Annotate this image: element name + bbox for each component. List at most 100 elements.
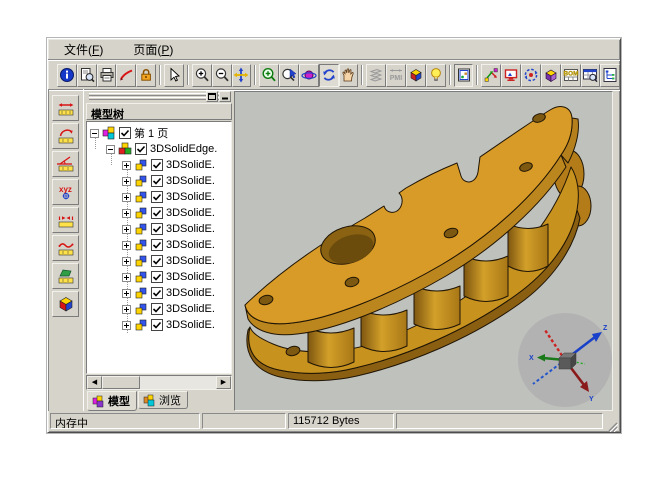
status-bar: 内存中 115712 Bytes (48, 411, 620, 432)
panel-gripper[interactable] (85, 89, 233, 103)
tree-row-part[interactable]: 3DSolidE. (87, 317, 231, 333)
redline-button[interactable] (116, 64, 136, 87)
checkbox-checked[interactable] (151, 255, 163, 267)
zoom-pointer-button[interactable] (279, 64, 299, 87)
expand-icon[interactable] (122, 225, 131, 234)
tree-label: 3DSolidE. (166, 175, 215, 187)
app-window: 文件(F) 页面(P) (47, 38, 621, 433)
scroll-thumb[interactable] (102, 376, 140, 389)
tree-row-part[interactable]: 3DSolidE. (87, 285, 231, 301)
pmi-button[interactable]: PMI (386, 64, 406, 87)
zoom-out-button[interactable] (212, 64, 232, 87)
update-view-button[interactable] (521, 64, 541, 87)
panel-restore-button[interactable] (206, 91, 218, 102)
checkbox-checked[interactable] (151, 207, 163, 219)
checkbox-checked[interactable] (151, 159, 163, 171)
screen-capture-button[interactable] (501, 64, 521, 87)
views-cube-button[interactable] (406, 64, 426, 87)
expand-icon[interactable] (122, 257, 131, 266)
tree-row-part[interactable]: 3DSolidE. (87, 301, 231, 317)
tree-row-part[interactable]: 3DSolidE. (87, 189, 231, 205)
tree-row-part[interactable]: 3DSolidE. (87, 205, 231, 221)
solid-box-button[interactable] (541, 64, 561, 87)
tree-row-part[interactable]: 3DSolidE. (87, 157, 231, 173)
scroll-track[interactable] (140, 376, 216, 389)
tree-row-part[interactable]: 3DSolidE. (87, 173, 231, 189)
measure-curve-length-button[interactable] (52, 235, 79, 261)
expand-icon[interactable] (122, 161, 131, 170)
info-button[interactable] (57, 64, 77, 87)
checkbox-checked[interactable] (119, 127, 131, 139)
print-preview-button[interactable] (77, 64, 97, 87)
browser-tree-button[interactable] (600, 64, 620, 87)
orientation-gizmo[interactable]: Z Y X (518, 313, 612, 407)
tree-row-part[interactable]: 3DSolidE. (87, 253, 231, 269)
menu-file[interactable]: 文件(F) (62, 40, 105, 59)
checkbox-checked[interactable] (151, 191, 163, 203)
zoom-in-button[interactable] (192, 64, 212, 87)
tab-browse[interactable]: 浏览 (138, 391, 188, 409)
layers-button[interactable] (366, 64, 386, 87)
expand-icon[interactable] (122, 305, 131, 314)
tree-row-part[interactable]: 3DSolidE. (87, 269, 231, 285)
scroll-left-button[interactable]: ◀ (87, 376, 102, 389)
expand-icon[interactable] (122, 273, 131, 282)
tree-row-part[interactable]: 3DSolidE. (87, 237, 231, 253)
expand-icon[interactable] (122, 177, 131, 186)
measure-area-button[interactable] (52, 263, 79, 289)
checkbox-checked[interactable] (151, 319, 163, 331)
tree-row-part[interactable]: 3DSolidE. (87, 221, 231, 237)
scroll-right-button[interactable]: ▶ (216, 376, 231, 389)
zoom-window-button[interactable] (259, 64, 279, 87)
checkbox-checked[interactable] (151, 271, 163, 283)
checkbox-checked[interactable] (151, 303, 163, 315)
checkbox-checked[interactable] (151, 223, 163, 235)
drawing-sheet-button[interactable] (454, 64, 474, 87)
checkbox-checked[interactable] (135, 143, 147, 155)
tree-label: 3DSolidE. (166, 319, 215, 331)
measure-volume-button[interactable] (52, 291, 79, 317)
hand-pan-button[interactable] (339, 64, 359, 87)
expand-icon[interactable] (122, 321, 131, 330)
table-search-button[interactable] (581, 64, 601, 87)
lighting-button[interactable] (426, 64, 446, 87)
checkbox-checked[interactable] (151, 287, 163, 299)
checkbox-checked[interactable] (151, 175, 163, 187)
part-node-icon (134, 222, 148, 236)
measure-radius-button[interactable] (52, 123, 79, 149)
table-search-icon (582, 67, 598, 83)
expand-icon[interactable] (122, 241, 131, 250)
resize-grip[interactable] (605, 419, 618, 432)
menu-page[interactable]: 页面(P) (131, 40, 175, 59)
measure-gap-button[interactable] (52, 207, 79, 233)
expand-icon[interactable] (122, 289, 131, 298)
collapse-icon[interactable] (90, 129, 99, 138)
tree-row-page[interactable]: 第 1 页 (87, 125, 231, 141)
select-cursor-button[interactable] (164, 64, 184, 87)
orbit-button[interactable] (299, 64, 319, 87)
expand-icon[interactable] (122, 193, 131, 202)
print-button[interactable] (97, 64, 117, 87)
collapse-icon[interactable] (106, 145, 115, 154)
measure-angle-button[interactable] (52, 151, 79, 177)
checkbox-checked[interactable] (151, 239, 163, 251)
page-node-icon (102, 126, 116, 140)
tree-label: 3DSolidE. (166, 303, 215, 315)
measure-coordinate-button[interactable]: xyz (52, 179, 79, 205)
viewport-3d[interactable]: Z Y X (234, 91, 613, 411)
model-tree-panel: 模型树 第 1 页 3DSolidEdge. (85, 89, 233, 411)
expand-icon[interactable] (122, 209, 131, 218)
panel-hide-button[interactable] (219, 91, 231, 102)
stamp-button[interactable] (136, 64, 156, 87)
tree-row-assembly[interactable]: 3DSolidEdge. (87, 141, 231, 157)
tree-horizontal-scrollbar[interactable]: ◀ ▶ (86, 375, 232, 390)
measure-distance-button[interactable] (52, 95, 79, 121)
rotate-button[interactable] (319, 64, 339, 87)
bom-button[interactable]: BOM (561, 64, 581, 87)
zoom-out-icon (214, 67, 230, 83)
pan-button[interactable] (232, 64, 252, 87)
tab-model[interactable]: 模型 (87, 391, 137, 411)
assembly-structure-button[interactable] (481, 64, 501, 87)
part-node-icon (134, 318, 148, 332)
tree-label: 3DSolidE. (166, 287, 215, 299)
